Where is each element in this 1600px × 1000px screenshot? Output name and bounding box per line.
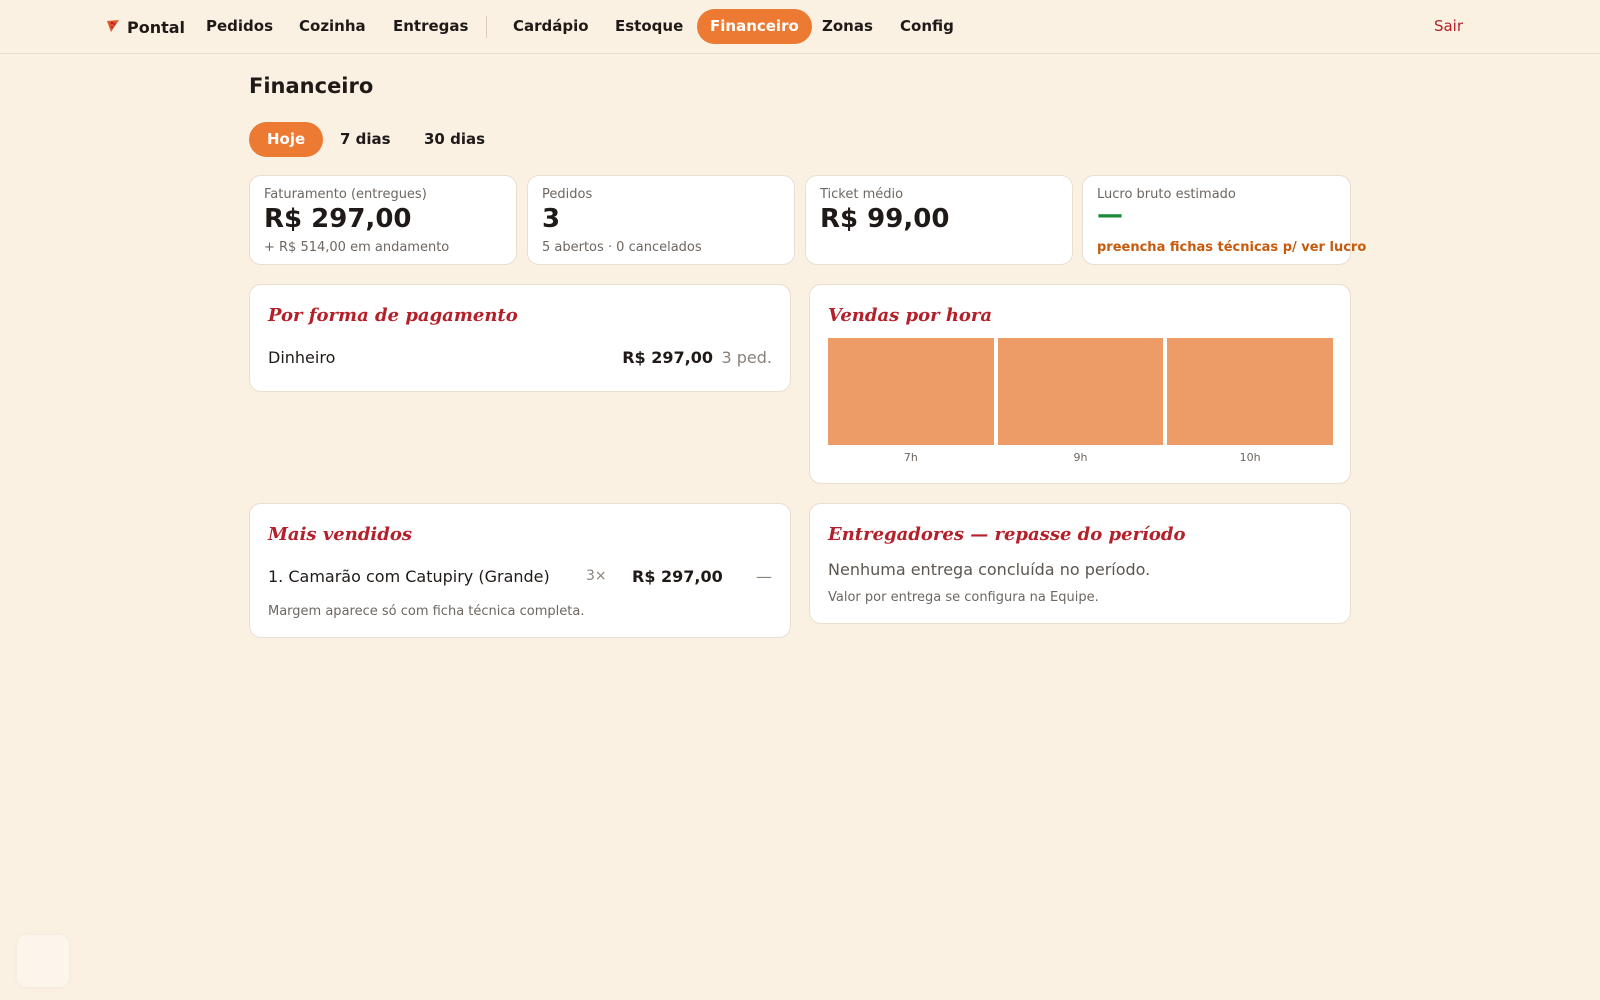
payment-methods-card: Por forma de pagamento Dinheiro R$ 297,0… [249, 284, 791, 392]
best-seller-margin: — [756, 567, 772, 586]
stat-value: — [1097, 200, 1123, 230]
top-nav: Pontal Pedidos Cozinha Entregas Cardápio… [0, 0, 1600, 54]
best-sellers-note: Margem aparece só com ficha técnica comp… [268, 604, 585, 619]
period-7-days[interactable]: 7 dias [322, 122, 409, 157]
chart-tick-label: 7h [903, 451, 918, 464]
page-title: Financeiro [249, 74, 374, 98]
nav-cardapio[interactable]: Cardápio [500, 9, 602, 44]
nav-cozinha[interactable]: Cozinha [286, 9, 379, 44]
nav-estoque[interactable]: Estoque [602, 9, 696, 44]
hourly-sales-card: Vendas por hora 7h 9h 10h [809, 284, 1351, 484]
period-today[interactable]: Hoje [249, 122, 324, 157]
section-title: Por forma de pagamento [268, 305, 518, 326]
nav-financeiro[interactable]: Financeiro [697, 9, 812, 44]
nav-entregas[interactable]: Entregas [380, 9, 481, 44]
best-seller-name: 1. Camarão com Catupiry (Grande) [268, 567, 550, 586]
payment-count: 3 ped. [721, 348, 772, 367]
best-sellers-card: Mais vendidos 1. Camarão com Catupiry (G… [249, 503, 791, 638]
nav-config[interactable]: Config [887, 9, 967, 44]
stat-value: R$ 297,00 [264, 204, 412, 234]
logout-link[interactable]: Sair [1434, 17, 1463, 35]
chart-bar [1167, 338, 1333, 445]
chart-tick-label: 10h [1239, 451, 1261, 464]
floating-widget[interactable] [17, 935, 69, 987]
stat-warning: preencha fichas técnicas p/ ver lucro [1097, 240, 1367, 255]
nav-divider [486, 16, 487, 38]
couriers-card: Entregadores — repasse do período Nenhum… [809, 503, 1351, 624]
best-seller-amount: R$ 297,00 [632, 567, 723, 586]
brand[interactable]: Pontal [106, 17, 185, 37]
couriers-empty-message: Nenhuma entrega concluída no período. [828, 560, 1151, 579]
stat-label: Faturamento (entregues) [264, 187, 427, 202]
stat-value: 3 [542, 204, 561, 234]
nav-pedidos[interactable]: Pedidos [193, 9, 286, 44]
period-30-days[interactable]: 30 dias [406, 122, 503, 157]
chart-bar [997, 338, 1164, 445]
hourly-sales-chart: 7h 9h 10h [828, 338, 1333, 473]
stat-sub: + R$ 514,00 em andamento [264, 240, 450, 255]
pizza-icon [106, 18, 120, 37]
stat-sub: 5 abertos · 0 cancelados [542, 240, 702, 255]
payment-amount: R$ 297,00 [622, 348, 713, 367]
stat-label: Pedidos [542, 187, 593, 202]
payment-method: Dinheiro [268, 348, 336, 367]
stat-card-orders: Pedidos 3 5 abertos · 0 cancelados [527, 175, 795, 265]
best-seller-qty: 3× [586, 568, 607, 584]
section-title: Entregadores — repasse do período [828, 524, 1186, 545]
chart-tick-label: 9h [1073, 451, 1088, 464]
stat-value: R$ 99,00 [820, 204, 950, 234]
section-title: Mais vendidos [268, 524, 412, 545]
stat-label: Ticket médio [820, 187, 904, 202]
stat-card-revenue: Faturamento (entregues) R$ 297,00 + R$ 5… [249, 175, 517, 265]
couriers-note: Valor por entrega se configura na Equipe… [828, 590, 1099, 605]
section-title: Vendas por hora [828, 305, 993, 326]
stat-card-profit: Lucro bruto estimado — preencha fichas t… [1082, 175, 1366, 265]
stat-card-ticket: Ticket médio R$ 99,00 [805, 175, 1073, 265]
brand-name: Pontal [127, 17, 186, 37]
chart-bar [828, 338, 994, 445]
nav-zonas[interactable]: Zonas [809, 9, 886, 44]
